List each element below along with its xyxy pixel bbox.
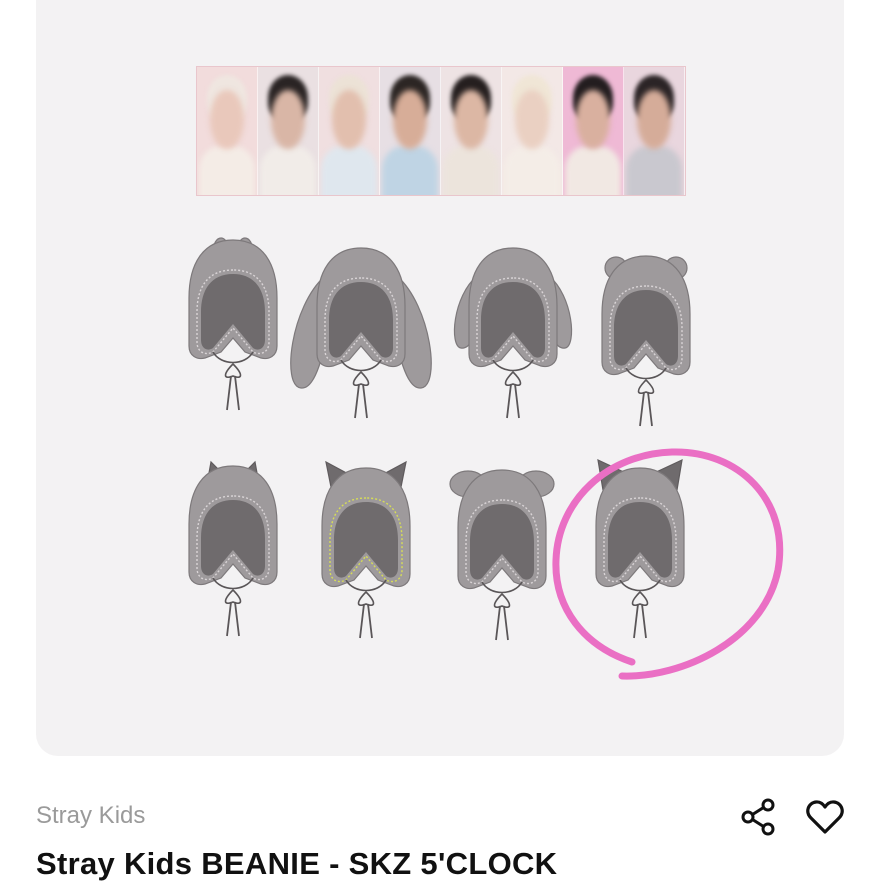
heart-icon[interactable] xyxy=(804,796,846,838)
highlight-circle xyxy=(552,448,784,680)
beanie-illustration xyxy=(601,255,691,427)
product-image[interactable] xyxy=(36,0,844,756)
share-icon[interactable] xyxy=(738,796,780,838)
seller-name[interactable]: Stray Kids xyxy=(36,802,145,830)
beanie-illustration xyxy=(453,247,573,419)
product-title: Stray Kids BEANIE - SKZ 5'CLOCK xyxy=(36,846,558,881)
beanie-illustration xyxy=(321,460,411,639)
beanie-illustration xyxy=(290,247,432,419)
beanie-illustrations xyxy=(36,0,844,756)
beanie-illustration xyxy=(188,460,278,637)
